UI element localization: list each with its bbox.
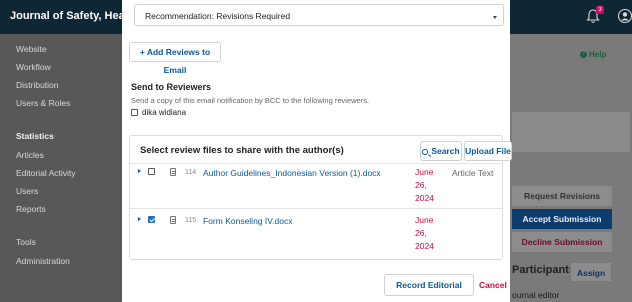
add-reviews-button[interactable]: + Add Reviews to Email xyxy=(129,42,221,75)
divider xyxy=(130,163,502,164)
user-avatar-icon[interactable] xyxy=(618,8,632,24)
participants-heading: Participants xyxy=(512,264,575,276)
sidebar-item-reports[interactable]: Reports xyxy=(16,204,46,214)
file-link[interactable]: Author Guidelines_Indonesian Version (1)… xyxy=(203,168,381,178)
sidebar-item-users-roles[interactable]: Users & Roles xyxy=(16,98,70,108)
sidebar-item-workflow[interactable]: Workflow xyxy=(16,62,51,72)
review-files-panel: Select review files to share with the au… xyxy=(129,135,512,260)
cancel-link[interactable]: Cancel xyxy=(479,280,507,290)
search-label: Search xyxy=(431,146,460,156)
file-type: Article Text xyxy=(452,168,494,178)
search-icon xyxy=(422,149,429,155)
decline-submission-button[interactable]: Decline Submission xyxy=(512,232,612,252)
reviewer-checkbox[interactable] xyxy=(131,109,138,116)
file-checkbox[interactable] xyxy=(148,216,155,223)
sidebar-item-users[interactable]: Users xyxy=(16,186,38,196)
decision-modal: Recommendation: Revisions Required + Add… xyxy=(122,0,512,302)
request-revisions-button[interactable]: Request Revisions xyxy=(512,186,612,206)
file-checkbox[interactable] xyxy=(148,168,155,175)
sidebar: Website Workflow Distribution Users & Ro… xyxy=(0,34,122,302)
assign-button[interactable]: Assign xyxy=(570,262,612,282)
sidebar-item-administration[interactable]: Administration xyxy=(16,256,70,266)
file-id: 114 xyxy=(185,169,197,176)
recommendation-value: Recommendation: Revisions Required xyxy=(145,11,291,21)
file-date: June 26, 2024 xyxy=(415,167,434,203)
sidebar-item-website[interactable]: Website xyxy=(16,44,47,54)
send-to-reviewers-heading: Send to Reviewers xyxy=(131,82,212,92)
help-link[interactable]: ? Help xyxy=(580,50,606,59)
document-icon xyxy=(170,168,176,176)
notification-badge: 3 xyxy=(596,6,604,14)
divider xyxy=(130,208,502,209)
upload-file-button[interactable]: Upload File xyxy=(464,141,512,161)
recommendation-select[interactable]: Recommendation: Revisions Required xyxy=(134,4,504,26)
send-to-reviewers-description: Send a copy of this email notification b… xyxy=(131,96,370,105)
review-files-heading: Select review files to share with the au… xyxy=(140,145,344,156)
sidebar-item-tools[interactable]: Tools xyxy=(16,237,36,247)
document-icon xyxy=(170,216,176,224)
sidebar-heading-statistics: Statistics xyxy=(16,131,54,141)
chevron-down-icon xyxy=(493,16,497,19)
search-button[interactable]: Search xyxy=(420,141,462,161)
chevron-right-icon[interactable] xyxy=(138,217,141,221)
sidebar-item-distribution[interactable]: Distribution xyxy=(16,80,59,90)
file-link[interactable]: Form Konseling IV.docx xyxy=(203,216,292,226)
journal-editor-label: ournal editor xyxy=(512,290,560,300)
record-editorial-decision-button[interactable]: Record Editorial Decision xyxy=(384,274,474,302)
sidebar-item-editorial-activity[interactable]: Editorial Activity xyxy=(16,168,76,178)
reviewer-name[interactable]: dika widiana xyxy=(142,108,186,117)
help-icon: ? xyxy=(580,51,587,59)
chevron-right-icon[interactable] xyxy=(138,169,141,173)
sidebar-item-articles[interactable]: Articles xyxy=(16,150,44,160)
file-date: June 26, 2024 xyxy=(415,215,434,251)
help-label: Help xyxy=(589,50,607,59)
accept-submission-button[interactable]: Accept Submission xyxy=(512,209,612,229)
file-id: 115 xyxy=(185,217,197,224)
right-info-box xyxy=(512,112,630,152)
